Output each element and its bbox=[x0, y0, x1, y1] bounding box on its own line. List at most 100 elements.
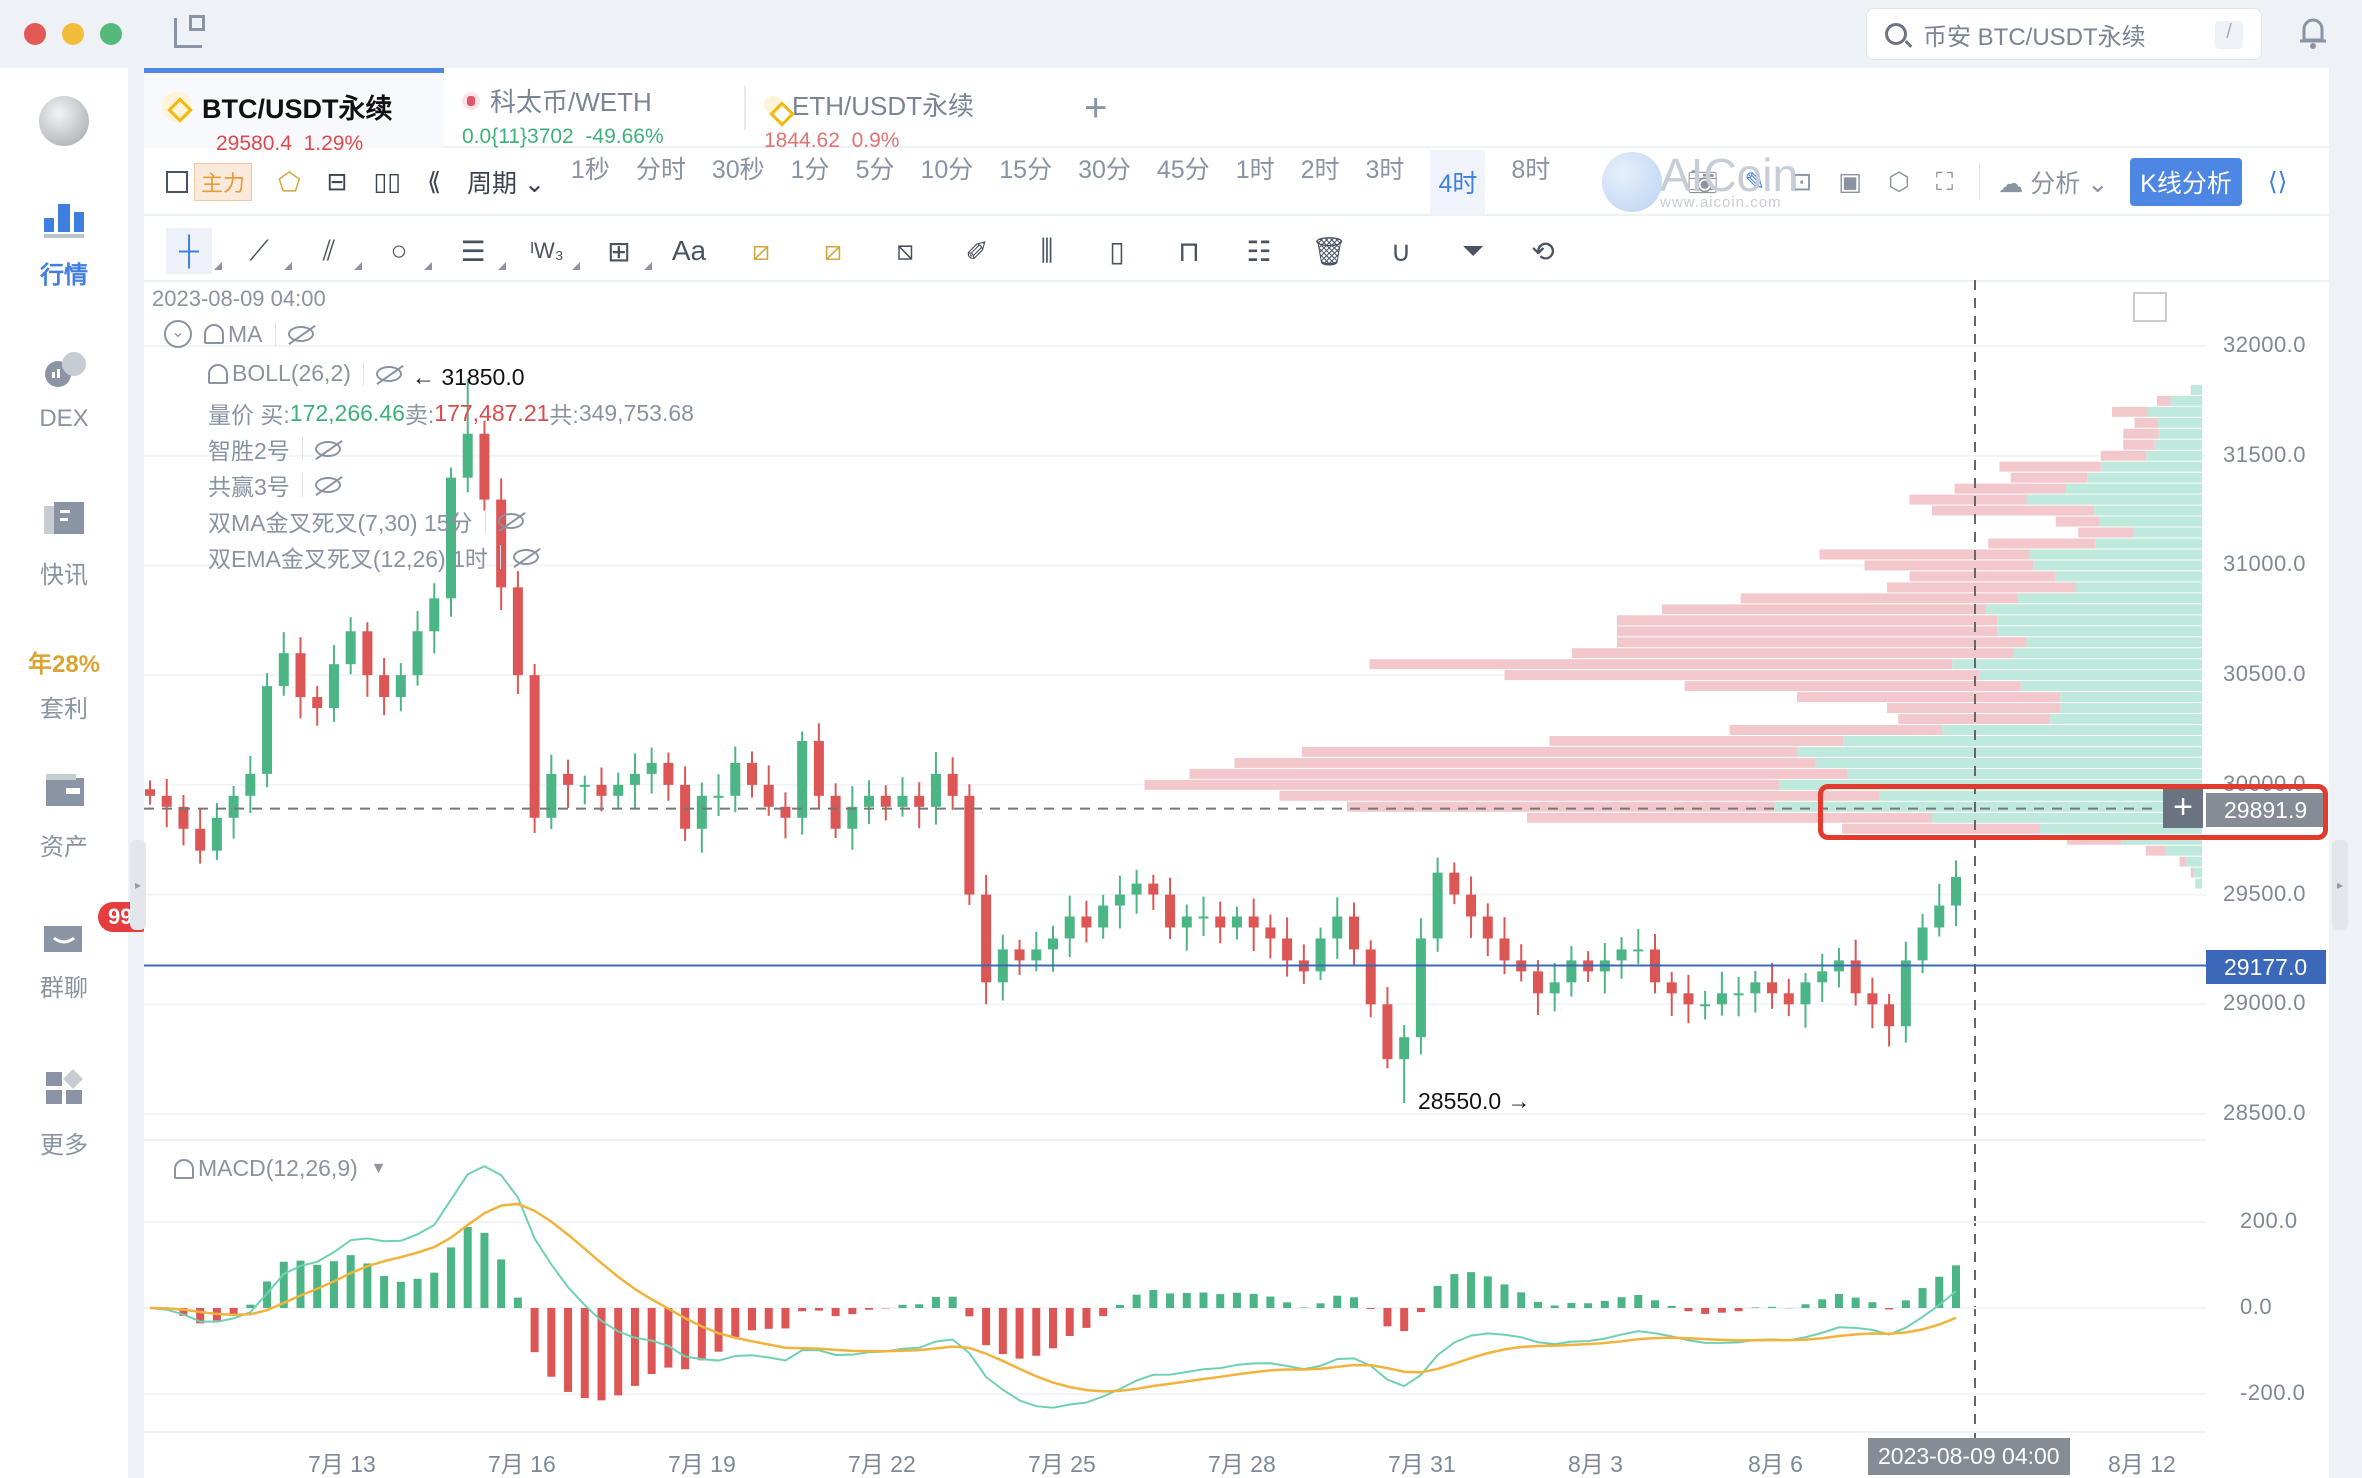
chart-type-icon[interactable] bbox=[166, 171, 188, 193]
period-3时[interactable]: 3时 bbox=[1366, 150, 1405, 214]
sidebar-item-label: 套利 bbox=[40, 696, 88, 723]
period-45分[interactable]: 45分 bbox=[1157, 150, 1210, 214]
tab-eth-usdt[interactable]: ETH/USDT永续 1844.62 0.9% bbox=[744, 86, 1064, 152]
indicator-label: 双EMA金叉死叉(12,26) 1时 bbox=[208, 546, 488, 572]
period-5分[interactable]: 5分 bbox=[856, 150, 895, 214]
close-window-button[interactable] bbox=[24, 23, 46, 45]
trend-line-tool-icon[interactable]: ⟋ bbox=[236, 228, 292, 274]
circle-tool-icon[interactable]: ○ bbox=[376, 228, 432, 274]
period-分时[interactable]: 分时 bbox=[636, 150, 686, 214]
filter-tool-icon[interactable]: ⏷ bbox=[1450, 228, 1496, 274]
popup-icon[interactable]: ▣ bbox=[1838, 167, 1862, 197]
notification-bell-icon[interactable] bbox=[2298, 16, 2328, 50]
period-1分[interactable]: 1分 bbox=[791, 150, 830, 214]
layout-icon[interactable]: ▯▯ bbox=[374, 167, 402, 197]
search-input[interactable]: 币安 BTC/USDT永续 / bbox=[1866, 8, 2262, 60]
maximize-window-button[interactable] bbox=[100, 23, 122, 45]
period-30分[interactable]: 30分 bbox=[1078, 150, 1131, 214]
period-1时[interactable]: 1时 bbox=[1236, 150, 1275, 214]
alert-bell-icon[interactable] bbox=[174, 1158, 194, 1179]
macd-indicator-label[interactable]: MACD(12,26,9) ▼ bbox=[174, 1155, 386, 1182]
analysis-dropdown[interactable]: ☁ 分析 ⌄ bbox=[1979, 164, 2108, 200]
minimize-window-button[interactable] bbox=[62, 23, 84, 45]
sidebar-item-assets[interactable]: 资产 bbox=[0, 768, 128, 862]
hide-eye-icon[interactable] bbox=[287, 326, 314, 342]
sidebar-item-news[interactable]: 快讯 bbox=[0, 496, 128, 590]
indicator-boll[interactable]: BOLL(26,2) bbox=[208, 360, 402, 387]
main-force-toggle[interactable]: 主力 bbox=[194, 163, 253, 201]
window-layout-icon[interactable] bbox=[174, 15, 205, 48]
hide-eye-icon[interactable] bbox=[314, 441, 341, 457]
sidebar-item-market[interactable]: 行情 bbox=[0, 196, 128, 290]
alert-bell-icon[interactable] bbox=[208, 363, 228, 384]
symbol-tabs: BTC/USDT永续 29580.4 1.29% 科太币/WETH 0.0{11… bbox=[144, 68, 2329, 155]
hide-eye-icon[interactable] bbox=[497, 513, 524, 529]
delete-tool-icon[interactable]: 🗑︎ bbox=[1306, 228, 1352, 274]
period-8时[interactable]: 8时 bbox=[1511, 150, 1550, 214]
period-4时[interactable]: 4时 bbox=[1430, 150, 1486, 214]
period-10分[interactable]: 10分 bbox=[920, 150, 973, 214]
indicator-zs2[interactable]: 智胜2号 bbox=[208, 432, 341, 466]
maximize-chart-icon[interactable] bbox=[2133, 292, 2167, 322]
horizontal-lines-tool-icon[interactable]: ☰ bbox=[450, 228, 506, 274]
sidebar-item-dex[interactable]: DEX bbox=[0, 346, 128, 433]
indicator-dual-ma[interactable]: 双MA金叉死叉(7,30) 15分 bbox=[208, 504, 524, 538]
ruler-gold-tool-icon[interactable]: ⧄ bbox=[738, 228, 784, 274]
left-collapse-handle[interactable]: ▸ bbox=[130, 840, 146, 930]
price-tick: 30500.0 bbox=[2223, 661, 2307, 687]
sidebar-logo[interactable] bbox=[0, 96, 128, 154]
period-15分[interactable]: 15分 bbox=[999, 150, 1052, 214]
search-icon bbox=[1885, 23, 1907, 45]
tab-btc-usdt[interactable]: BTC/USDT永续 29580.4 1.29% bbox=[144, 68, 444, 155]
parallel-channel-tool-icon[interactable]: ⫽ bbox=[306, 228, 362, 274]
kline-analysis-button[interactable]: K线分析 bbox=[2130, 158, 2242, 206]
calendar-icon[interactable]: ⊟ bbox=[327, 167, 348, 197]
magnet-tool-icon[interactable]: ∪ bbox=[1378, 228, 1424, 274]
price-tick: 28500.0 bbox=[2223, 1100, 2307, 1125]
period-1秒[interactable]: 1秒 bbox=[571, 150, 610, 214]
hide-eye-icon[interactable] bbox=[375, 365, 402, 382]
ruler-tool-icon[interactable]: ⧅ bbox=[882, 228, 928, 274]
low-price-marker: 28550.0 → bbox=[1418, 1088, 1531, 1114]
pen-tool-icon[interactable]: ✐ bbox=[954, 228, 1000, 274]
flash-icon[interactable]: ⬠ bbox=[278, 167, 301, 198]
right-expand-handle[interactable]: ▸ bbox=[2332, 840, 2348, 930]
measure-box-tool-icon[interactable]: ⊞ bbox=[596, 228, 652, 274]
text-tool-icon[interactable]: Aa bbox=[666, 228, 712, 274]
rewind-icon[interactable]: ⟪ bbox=[427, 167, 441, 197]
period-dropdown[interactable]: 周期 ⌄ bbox=[467, 164, 545, 200]
volume-prefix: 量价 买: bbox=[208, 402, 290, 428]
single-candle-tool-icon[interactable]: ▯ bbox=[1094, 228, 1140, 274]
sidebar-item-label: 资产 bbox=[40, 834, 88, 861]
indicator-label: 共赢3号 bbox=[208, 474, 290, 500]
alert-bell-icon[interactable] bbox=[204, 324, 224, 344]
collapse-icon[interactable]: ⌄ bbox=[164, 320, 192, 348]
indicator-dual-ema[interactable]: 双EMA金叉死叉(12,26) 1时 bbox=[208, 540, 539, 574]
bookmark-tool-icon[interactable]: ⊓ bbox=[1166, 228, 1212, 274]
sidebar-item-chat[interactable]: 99+ 群聊 bbox=[0, 902, 156, 1003]
sidebar-item-label: DEX bbox=[39, 405, 89, 432]
share-icon[interactable]: ⟨⟩ bbox=[2268, 167, 2288, 197]
add-tab-button[interactable]: + bbox=[1084, 86, 1107, 131]
notes-tool-icon[interactable]: ☷ bbox=[1236, 228, 1282, 274]
candles-tool-icon[interactable]: ⫼ bbox=[1024, 228, 1070, 274]
sidebar-item-arbitrage[interactable]: 年28% 套利 bbox=[0, 644, 128, 724]
wave-tool-icon[interactable]: ᴵW₃ bbox=[524, 228, 580, 274]
price-tick: 31000.0 bbox=[2223, 551, 2307, 577]
period-30秒[interactable]: 30秒 bbox=[712, 150, 765, 214]
indicator-ma[interactable]: ⌄ MA bbox=[164, 320, 314, 348]
ruler-gold-2-tool-icon[interactable]: ⧄ bbox=[810, 228, 856, 274]
settings-icon[interactable]: ⬡ bbox=[1888, 167, 1910, 197]
dropdown-caret-icon[interactable]: ▼ bbox=[371, 1160, 387, 1178]
sidebar-item-more[interactable]: 更多 bbox=[0, 1066, 128, 1160]
crosshair-tool-icon[interactable]: ┼ bbox=[166, 228, 222, 274]
hide-eye-icon[interactable] bbox=[512, 549, 539, 565]
watermark: AICoin www.aicoin.com bbox=[1602, 148, 1798, 212]
fullscreen-icon[interactable]: ⛶ bbox=[1936, 168, 1954, 197]
period-2时[interactable]: 2时 bbox=[1301, 150, 1340, 214]
indicator-gy3[interactable]: 共赢3号 bbox=[208, 468, 341, 502]
sync-tool-icon[interactable]: ⟲ bbox=[1520, 228, 1566, 274]
period-list: 1秒 分时 30秒 1分 5分 10分 15分 30分 45分 1时 2时 3时 4时 8时 bbox=[545, 150, 1550, 214]
buy-volume: 172,266.46 bbox=[289, 399, 405, 426]
hide-eye-icon[interactable] bbox=[314, 477, 341, 493]
